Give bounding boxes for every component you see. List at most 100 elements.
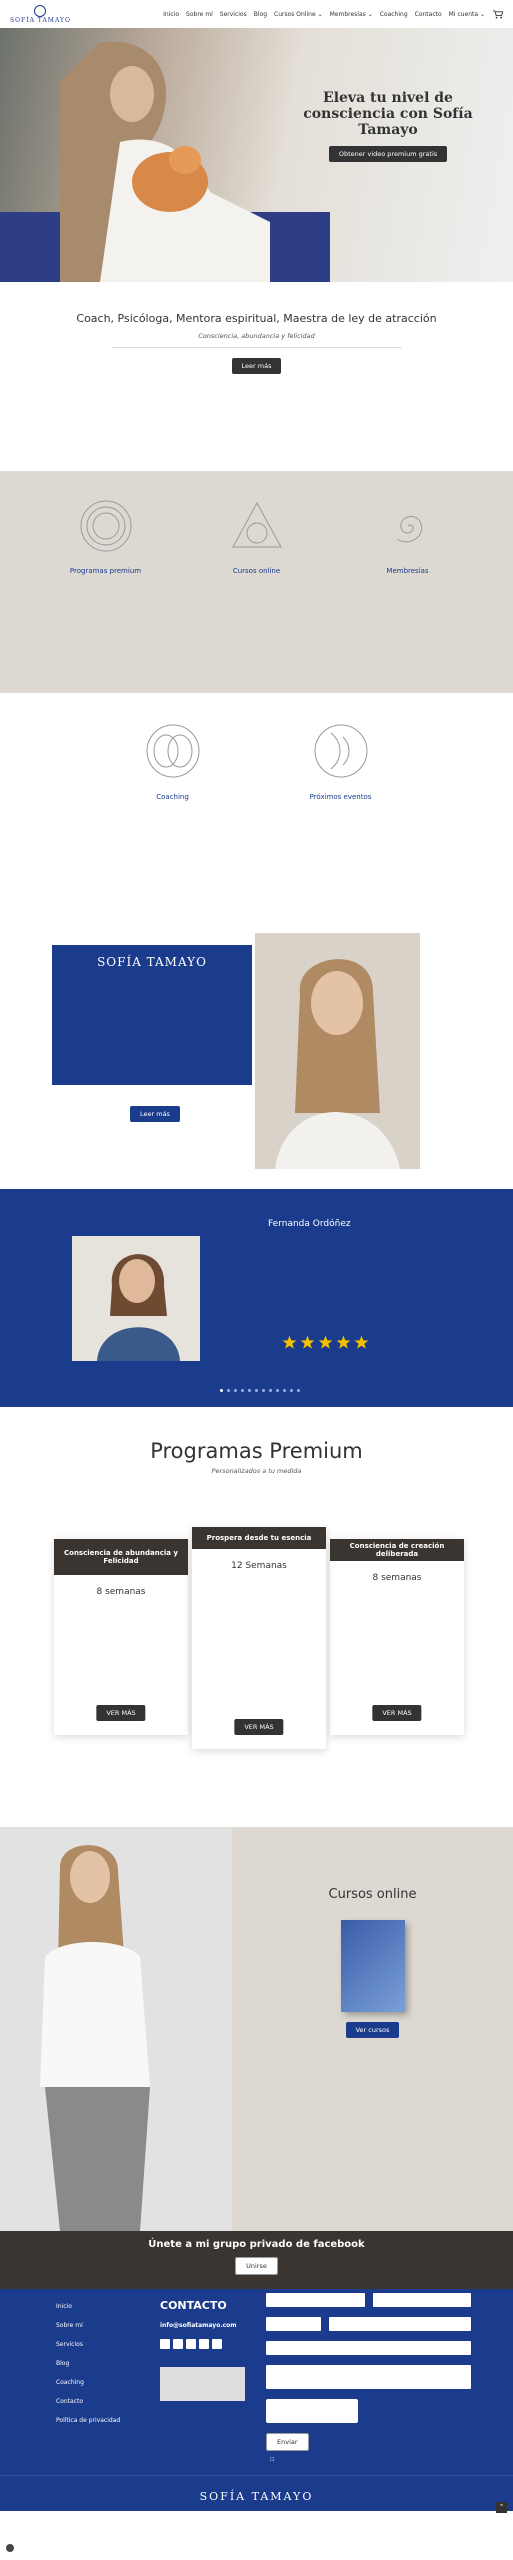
service-title: Próximos eventos <box>309 793 372 801</box>
courses-portrait-image <box>0 1827 232 2231</box>
nav-cursos-online-label: Cursos Online <box>274 10 316 18</box>
spiral-icon <box>396 516 422 543</box>
footer-link-servicios[interactable]: Servicios <box>56 2335 120 2354</box>
program-cards: Consciencia de abundancia y Felicidad 8 … <box>52 1527 464 1749</box>
bottom-bar: SOFÍA TAMAYO <box>0 2475 513 2511</box>
footer-link-coaching[interactable]: Coaching <box>56 2373 120 2392</box>
contact-form <box>266 2293 471 2433</box>
testimonial-photo <box>72 1236 200 1361</box>
program-more-button[interactable]: VER MÁS <box>372 1705 422 1721</box>
triangle-circle-icon <box>231 501 282 548</box>
about-portrait-image <box>255 933 420 1169</box>
testimonial-name: Fernanda Ordóñez <box>268 1219 351 1229</box>
slider-dot[interactable] <box>241 1389 244 1392</box>
footer-contact: CONTACTO info@sofiatamayo.com <box>160 2299 245 2401</box>
program-more-button[interactable]: VER MÁS <box>234 1719 284 1735</box>
course-book-image[interactable] <box>340 1920 405 2012</box>
join-facebook-button[interactable]: Unirse <box>235 2257 278 2275</box>
courses-section: Cursos online Ver cursos <box>0 1827 513 2231</box>
chevron-down-icon: ⌄ <box>317 10 323 18</box>
slider-dot[interactable] <box>297 1389 300 1392</box>
chevron-down-icon: ⌄ <box>479 10 485 18</box>
program-weeks: 12 Semanas <box>231 1561 287 1571</box>
contact-email[interactable]: info@sofiatamayo.com <box>160 2322 245 2329</box>
last-name-field[interactable] <box>372 2293 471 2307</box>
programs-tagline: Personalizados a tu medida <box>211 1467 302 1475</box>
intro-section: Coach, Psicóloga, Mentora espiritual, Ma… <box>0 282 513 471</box>
slider-dot[interactable] <box>276 1389 279 1392</box>
facebook-group-section: Únete a mi grupo privado de facebook Uni… <box>0 2231 513 2289</box>
service-membresias[interactable]: Membresías <box>349 499 467 581</box>
nav-mi-cuenta[interactable]: Mi cuenta ⌄ <box>449 11 485 18</box>
vesica-circles-icon <box>146 724 199 778</box>
facebook-page-widget[interactable] <box>160 2367 245 2401</box>
nav-membresias-label: Membresías <box>329 10 366 18</box>
nav-inicio[interactable]: Inicio <box>163 11 179 18</box>
service-programas-premium[interactable]: Programas premium <box>47 499 165 581</box>
message-field[interactable] <box>266 2365 471 2389</box>
send-button[interactable]: Enviar <box>266 2433 309 2451</box>
slider-dot[interactable] <box>227 1389 230 1392</box>
program-card-title: Consciencia de abundancia y Felicidad <box>54 1539 188 1575</box>
slider-dot[interactable] <box>269 1389 272 1392</box>
footer-link-privacidad[interactable]: Política de privacidad <box>56 2411 120 2430</box>
chevron-down-icon: ⌄ <box>367 10 373 18</box>
slider-dot[interactable] <box>255 1389 258 1392</box>
nav-sobre-mi[interactable]: Sobre mí <box>186 11 213 18</box>
cart-icon[interactable] <box>492 9 503 19</box>
services-section-2: Coaching Próximos eventos <box>0 693 513 933</box>
hero-text: Eleva tu nivel de consciencia con Sofía … <box>288 90 488 162</box>
about-section: SOFÍA TAMAYO Leer más <box>0 933 513 1189</box>
nav-cursos-online[interactable]: Cursos Online ⌄ <box>274 11 323 18</box>
name-field[interactable] <box>266 2293 365 2307</box>
intro-tagline: Consciencia, abundancia y felicidad <box>198 332 315 340</box>
hero-portrait-image <box>60 42 270 282</box>
logo-text: SOFÍA TAMAYO <box>10 16 71 24</box>
program-card: Prospera desde tu esencia 12 Semanas VER… <box>192 1527 326 1749</box>
slider-dot[interactable] <box>220 1389 223 1392</box>
site-logo[interactable]: SOFÍA TAMAYO <box>10 4 71 24</box>
rating-stars <box>282 1335 369 1350</box>
footer-link-blog[interactable]: Blog <box>56 2354 120 2373</box>
chat-icon[interactable] <box>4 2542 16 2554</box>
footer-link-inicio[interactable]: Inicio <box>56 2297 120 2316</box>
instagram-icon[interactable] <box>173 2339 183 2349</box>
tiktok-icon[interactable] <box>199 2339 209 2349</box>
program-card: Consciencia de creación deliberada 8 sem… <box>330 1539 464 1735</box>
contact-title: CONTACTO <box>160 2299 227 2312</box>
service-cursos-online[interactable]: Cursos online <box>198 499 316 581</box>
divider <box>111 347 402 348</box>
about-read-more-button[interactable]: Leer más <box>130 1106 180 1122</box>
service-title: Cursos online <box>232 567 281 575</box>
slider-dot[interactable] <box>283 1389 286 1392</box>
intro-read-more-button[interactable]: Leer más <box>231 358 282 374</box>
country-select[interactable] <box>266 2317 321 2331</box>
nav-blog[interactable]: Blog <box>254 11 267 18</box>
twitter-icon[interactable] <box>212 2339 222 2349</box>
recaptcha-widget[interactable] <box>266 2399 358 2423</box>
footer-link-contacto[interactable]: Contacto <box>56 2392 120 2411</box>
facebook-icon[interactable] <box>160 2339 170 2349</box>
view-courses-button[interactable]: Ver cursos <box>345 2022 400 2038</box>
email-field[interactable] <box>266 2341 471 2355</box>
privacy-consent[interactable]: ☐ <box>270 2457 274 2463</box>
nav-contacto[interactable]: Contacto <box>415 11 442 18</box>
nav-coaching[interactable]: Coaching <box>380 11 408 18</box>
slider-dot[interactable] <box>248 1389 251 1392</box>
service-proximos-eventos[interactable]: Próximos eventos <box>276 723 406 807</box>
checkbox[interactable]: ☐ <box>270 2457 274 2463</box>
phone-field[interactable] <box>329 2317 471 2331</box>
scroll-top-icon[interactable]: ⌃ <box>496 2502 507 2513</box>
service-coaching[interactable]: Coaching <box>108 723 238 807</box>
free-video-button[interactable]: Obtener video premium gratis <box>328 146 448 162</box>
youtube-icon[interactable] <box>186 2339 196 2349</box>
hero-title: Eleva tu nivel de consciencia con Sofía … <box>303 90 473 138</box>
slider-dot[interactable] <box>290 1389 293 1392</box>
footer-link-sobre-mi[interactable]: Sobre mí <box>56 2316 120 2335</box>
slider-dot[interactable] <box>262 1389 265 1392</box>
slider-dot[interactable] <box>234 1389 237 1392</box>
nav-membresias[interactable]: Membresías ⌄ <box>330 11 373 18</box>
program-more-button[interactable]: VER MÁS <box>96 1705 146 1721</box>
nav-servicios[interactable]: Servicios <box>220 11 247 18</box>
facebook-title: Únete a mi grupo privado de facebook <box>148 2239 365 2250</box>
